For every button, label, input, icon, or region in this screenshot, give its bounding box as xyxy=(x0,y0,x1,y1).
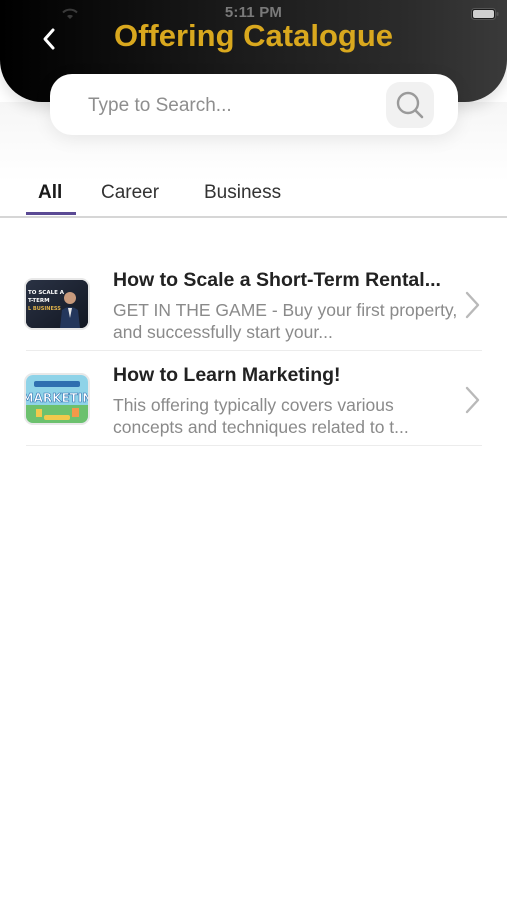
offering-item[interactable]: TO SCALE A T-TERM L BUSINESS How to Scal… xyxy=(26,256,482,351)
offering-thumbnail: TO SCALE A T-TERM L BUSINESS xyxy=(26,280,88,328)
svg-text:MARKETIN: MARKETIN xyxy=(26,391,88,405)
offering-title: How to Scale a Short-Term Rental... xyxy=(113,269,441,291)
chevron-right-icon xyxy=(465,291,480,319)
offering-item[interactable]: MARKETIN How to Learn Marketing! This of… xyxy=(26,351,482,446)
tab-business[interactable]: Business xyxy=(204,182,281,214)
category-tabs: All Career Business xyxy=(0,170,507,218)
svg-text:TO SCALE A: TO SCALE A xyxy=(28,290,65,296)
tab-career[interactable]: Career xyxy=(101,182,159,214)
active-tab-indicator xyxy=(26,212,76,215)
chevron-right-icon xyxy=(465,386,480,414)
svg-text:T-TERM: T-TERM xyxy=(28,298,50,304)
tab-all[interactable]: All xyxy=(38,182,62,214)
offering-description: This offering typically covers various c… xyxy=(113,395,409,437)
search-input[interactable] xyxy=(86,92,370,120)
offering-description: GET IN THE GAME - Buy your first propert… xyxy=(113,300,458,342)
search-button[interactable] xyxy=(386,82,434,128)
search-icon xyxy=(396,91,424,119)
offering-title: How to Learn Marketing! xyxy=(113,364,341,386)
offering-thumbnail: MARKETIN xyxy=(26,375,88,423)
page-title: Offering Catalogue xyxy=(113,18,393,53)
search-bar xyxy=(50,74,458,135)
offering-list: TO SCALE A T-TERM L BUSINESS How to Scal… xyxy=(26,256,482,446)
svg-text:L BUSINESS: L BUSINESS xyxy=(28,306,61,312)
